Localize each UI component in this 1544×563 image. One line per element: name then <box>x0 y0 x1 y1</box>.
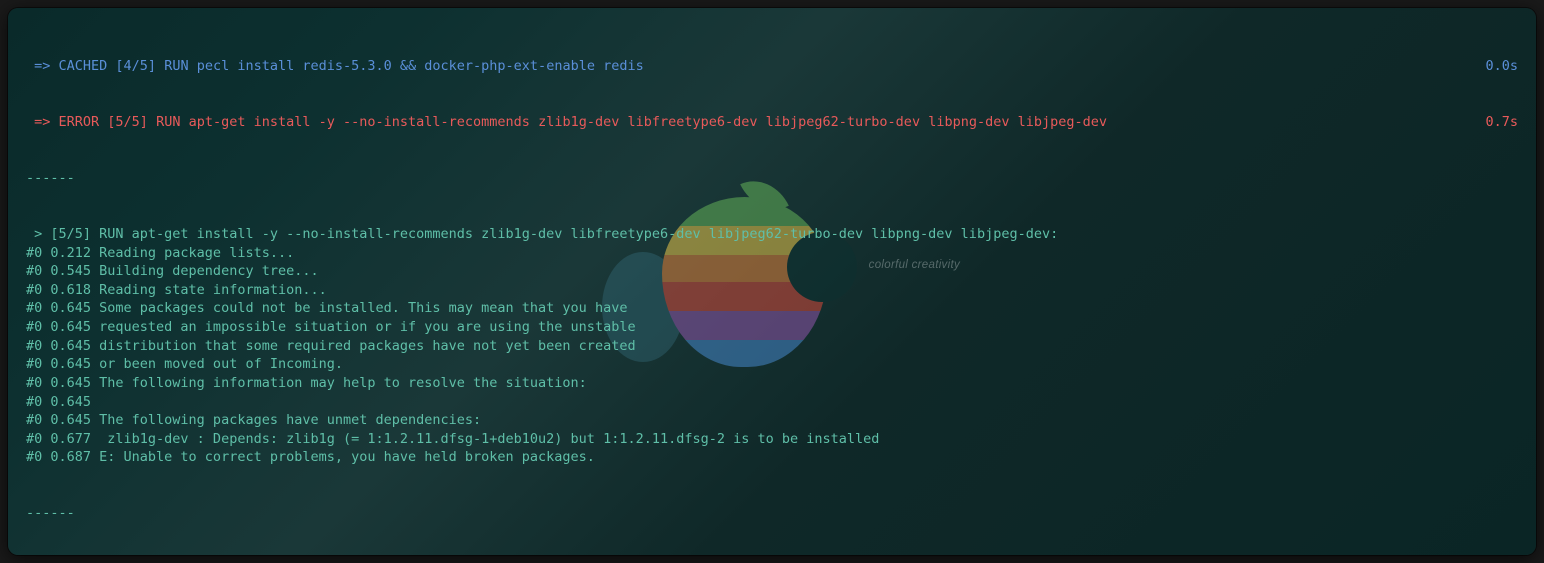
log-line: #0 0.645 distribution that some required… <box>26 337 1518 356</box>
separator: ------ <box>26 169 1518 188</box>
terminal-window[interactable]: colorful creativity => CACHED [4/5] RUN … <box>8 8 1536 555</box>
log-line: #0 0.645 Some packages could not be inst… <box>26 299 1518 318</box>
log-line: #0 0.645 <box>26 393 1518 412</box>
step-duration: 0.7s <box>1475 113 1518 132</box>
log-line: #0 0.618 Reading state information... <box>26 281 1518 300</box>
log-line: #0 0.645 requested an impossible situati… <box>26 318 1518 337</box>
log-line: #0 0.212 Reading package lists... <box>26 244 1518 263</box>
log-line: #0 0.687 E: Unable to correct problems, … <box>26 448 1518 467</box>
log-line: #0 0.645 The following information may h… <box>26 374 1518 393</box>
log-line: #0 0.677 zlib1g-dev : Depends: zlib1g (=… <box>26 430 1518 449</box>
build-step-error: => ERROR [5/5] RUN apt-get install -y --… <box>26 113 1518 132</box>
step-duration: 0.0s <box>1475 57 1518 76</box>
terminal-output: => CACHED [4/5] RUN pecl install redis-5… <box>26 20 1518 555</box>
separator: ------ <box>26 504 1518 523</box>
log-line: #0 0.645 or been moved out of Incoming. <box>26 355 1518 374</box>
log-line: #0 0.645 The following packages have unm… <box>26 411 1518 430</box>
log-line: #0 0.545 Building dependency tree... <box>26 262 1518 281</box>
build-step-cached: => CACHED [4/5] RUN pecl install redis-5… <box>26 57 1518 76</box>
log-line: > [5/5] RUN apt-get install -y --no-inst… <box>26 225 1518 244</box>
